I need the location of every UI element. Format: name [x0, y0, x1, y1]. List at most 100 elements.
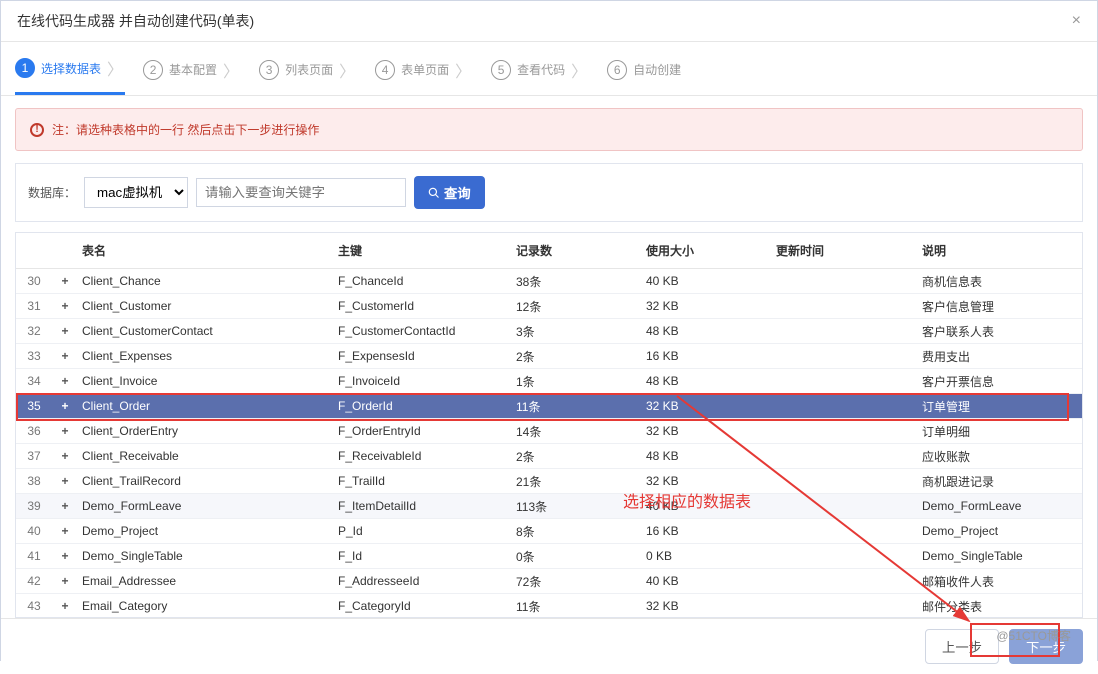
- wizard-step-5[interactable]: 5查看代码〉: [491, 56, 589, 95]
- row-index: 42: [16, 574, 52, 588]
- wizard-step-4[interactable]: 4表单页面〉: [375, 56, 473, 95]
- cell-desc: 邮箱收件人表: [922, 573, 1082, 590]
- cell-size: 16 KB: [646, 524, 776, 538]
- table-body[interactable]: 30+Client_ChanceF_ChanceId38条40 KB商机信息表3…: [16, 269, 1082, 617]
- cell-desc: Demo_FormLeave: [922, 499, 1082, 513]
- cell-count: 21条: [516, 473, 646, 490]
- row-index: 33: [16, 349, 52, 363]
- cell-key: F_OrderId: [338, 399, 516, 413]
- table-row[interactable]: 41+Demo_SingleTableF_Id0条0 KBDemo_Single…: [16, 544, 1082, 569]
- cell-key: F_OrderEntryId: [338, 424, 516, 438]
- col-size: 使用大小: [646, 242, 776, 259]
- alert-banner: ! 注：请选种表格中的一行 然后点击下一步进行操作: [15, 108, 1083, 151]
- row-index: 41: [16, 549, 52, 563]
- cell-count: 8条: [516, 523, 646, 540]
- expand-icon[interactable]: +: [52, 399, 78, 413]
- col-key: 主键: [338, 242, 516, 259]
- cell-size: 48 KB: [646, 324, 776, 338]
- cell-size: 16 KB: [646, 349, 776, 363]
- modal-content: ! 注：请选种表格中的一行 然后点击下一步进行操作 数据库： mac虚拟机 查询: [1, 108, 1097, 618]
- row-index: 38: [16, 474, 52, 488]
- query-panel: 数据库： mac虚拟机 查询: [15, 163, 1083, 222]
- col-name: 表名: [78, 242, 338, 259]
- cell-key: F_TrailId: [338, 474, 516, 488]
- step-number-icon: 3: [259, 60, 279, 80]
- wizard-step-3[interactable]: 3列表页面〉: [259, 56, 357, 95]
- expand-icon[interactable]: +: [52, 599, 78, 613]
- step-label: 选择数据表: [41, 60, 101, 77]
- modal-footer: 上一步 下一步: [1, 618, 1097, 674]
- table-row[interactable]: 33+Client_ExpensesF_ExpensesId2条16 KB费用支…: [16, 344, 1082, 369]
- db-select[interactable]: mac虚拟机: [84, 177, 188, 208]
- chevron-right-icon: 〉: [571, 58, 587, 82]
- next-button[interactable]: 下一步: [1009, 629, 1083, 664]
- expand-icon[interactable]: +: [52, 349, 78, 363]
- row-index: 39: [16, 499, 52, 513]
- expand-icon[interactable]: +: [52, 449, 78, 463]
- step-label: 自动创建: [633, 61, 681, 78]
- expand-icon[interactable]: +: [52, 524, 78, 538]
- expand-icon[interactable]: +: [52, 574, 78, 588]
- cell-name: Client_Customer: [78, 299, 338, 313]
- wizard-steps: 1选择数据表〉2基本配置〉3列表页面〉4表单页面〉5查看代码〉6自动创建: [1, 42, 1097, 96]
- table-row[interactable]: 37+Client_ReceivableF_ReceivableId2条48 K…: [16, 444, 1082, 469]
- row-index: 32: [16, 324, 52, 338]
- step-number-icon: 2: [143, 60, 163, 80]
- search-icon: [428, 187, 440, 199]
- step-label: 列表页面: [285, 61, 333, 78]
- table-row[interactable]: 42+Email_AddresseeF_AddresseeId72条40 KB邮…: [16, 569, 1082, 594]
- cell-count: 113条: [516, 498, 646, 515]
- expand-icon[interactable]: +: [52, 324, 78, 338]
- step-label: 基本配置: [169, 61, 217, 78]
- cell-name: Email_Category: [78, 599, 338, 613]
- cell-name: Client_Receivable: [78, 449, 338, 463]
- cell-key: F_AddresseeId: [338, 574, 516, 588]
- cell-size: 0 KB: [646, 549, 776, 563]
- modal-title: 在线代码生成器 并自动创建代码(单表): [17, 11, 254, 31]
- expand-icon[interactable]: +: [52, 499, 78, 513]
- col-updated: 更新时间: [776, 242, 922, 259]
- cell-name: Demo_SingleTable: [78, 549, 338, 563]
- chevron-right-icon: 〉: [107, 56, 123, 80]
- table-row[interactable]: 34+Client_InvoiceF_InvoiceId1条48 KB客户开票信…: [16, 369, 1082, 394]
- cell-desc: 商机信息表: [922, 273, 1082, 290]
- search-input[interactable]: [196, 178, 406, 207]
- search-button[interactable]: 查询: [414, 176, 485, 209]
- table-row[interactable]: 31+Client_CustomerF_CustomerId12条32 KB客户…: [16, 294, 1082, 319]
- row-index: 40: [16, 524, 52, 538]
- cell-name: Client_OrderEntry: [78, 424, 338, 438]
- cell-count: 1条: [516, 373, 646, 390]
- expand-icon[interactable]: +: [52, 299, 78, 313]
- table-row[interactable]: 32+Client_CustomerContactF_CustomerConta…: [16, 319, 1082, 344]
- wizard-step-6[interactable]: 6自动创建: [607, 56, 681, 95]
- cell-key: F_ChanceId: [338, 274, 516, 288]
- modal: 在线代码生成器 并自动创建代码(单表) × 1选择数据表〉2基本配置〉3列表页面…: [0, 0, 1098, 661]
- cell-desc: 邮件分类表: [922, 598, 1082, 615]
- row-index: 35: [16, 399, 52, 413]
- step-number-icon: 1: [15, 58, 35, 78]
- expand-icon[interactable]: +: [52, 424, 78, 438]
- cell-name: Client_Order: [78, 399, 338, 413]
- cell-desc: 客户联系人表: [922, 323, 1082, 340]
- table-row[interactable]: 38+Client_TrailRecordF_TrailId21条32 KB商机…: [16, 469, 1082, 494]
- table-row[interactable]: 35+Client_OrderF_OrderId11条32 KB订单管理: [16, 394, 1082, 419]
- table-row[interactable]: 43+Email_CategoryF_CategoryId11条32 KB邮件分…: [16, 594, 1082, 617]
- col-count: 记录数: [516, 242, 646, 259]
- table-row[interactable]: 40+Demo_ProjectP_Id8条16 KBDemo_Project: [16, 519, 1082, 544]
- chevron-right-icon: 〉: [455, 58, 471, 82]
- table-row[interactable]: 30+Client_ChanceF_ChanceId38条40 KB商机信息表: [16, 269, 1082, 294]
- table-row[interactable]: 39+Demo_FormLeaveF_ItemDetailId113条40 KB…: [16, 494, 1082, 519]
- wizard-step-2[interactable]: 2基本配置〉: [143, 56, 241, 95]
- expand-icon[interactable]: +: [52, 274, 78, 288]
- expand-icon[interactable]: +: [52, 474, 78, 488]
- close-icon[interactable]: ×: [1072, 12, 1081, 30]
- prev-button[interactable]: 上一步: [925, 629, 999, 664]
- expand-icon[interactable]: +: [52, 374, 78, 388]
- db-label: 数据库：: [28, 184, 76, 201]
- cell-size: 32 KB: [646, 599, 776, 613]
- table-row[interactable]: 36+Client_OrderEntryF_OrderEntryId14条32 …: [16, 419, 1082, 444]
- cell-size: 40 KB: [646, 499, 776, 513]
- wizard-step-1[interactable]: 1 选择数据表〉: [15, 56, 125, 95]
- cell-size: 40 KB: [646, 574, 776, 588]
- expand-icon[interactable]: +: [52, 549, 78, 563]
